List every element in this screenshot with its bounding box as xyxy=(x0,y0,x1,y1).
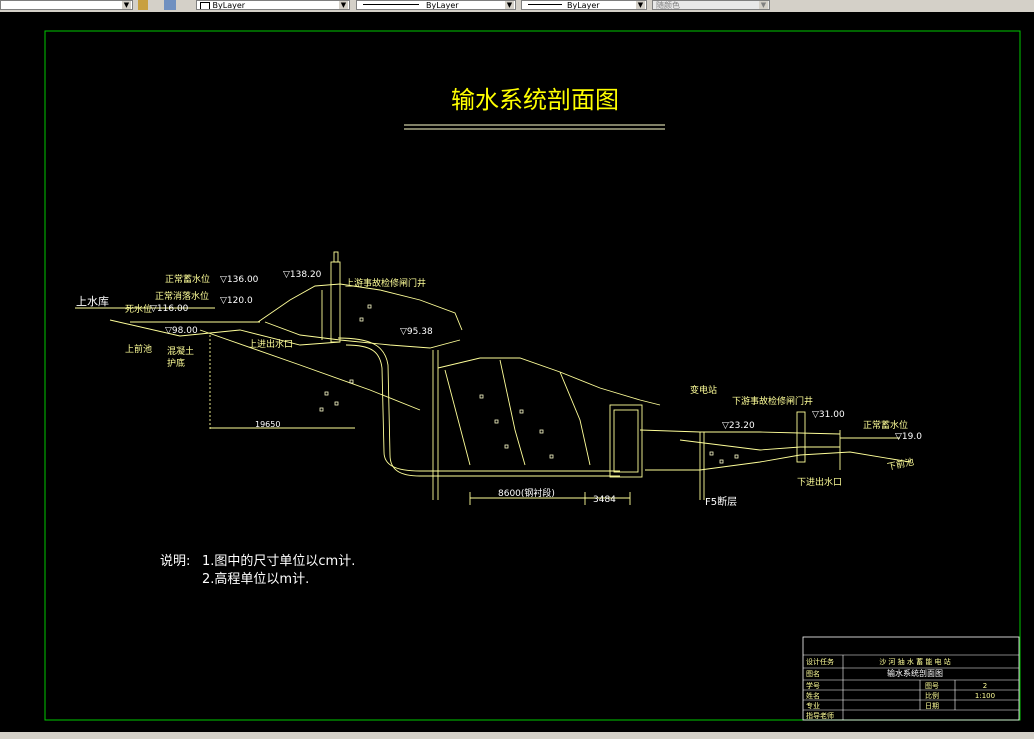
chevron-down-icon[interactable]: ▼ xyxy=(759,1,768,9)
color-combo[interactable]: ByLayer ▼ xyxy=(196,0,350,10)
tb-r1-value: 沙 河 抽 水 蓄 能 电 站 xyxy=(879,657,951,666)
tb-r4-label: 姓名 xyxy=(806,691,820,700)
status-strip xyxy=(0,732,1034,739)
plotstyle-combo[interactable]: 随颜色 ▼ xyxy=(652,0,770,10)
label-level-31: ▽31.00 xyxy=(812,410,845,420)
label-substation: 变电站 xyxy=(690,384,717,396)
lineweight-value: ByLayer xyxy=(567,1,600,10)
tb-r1-label: 设计任务 xyxy=(806,657,834,666)
tb-r6-label: 指导老师 xyxy=(806,711,834,720)
label-lower-gate-shaft: 下游事故检修闸门井 xyxy=(732,395,813,407)
label-level-95: ▽95.38 xyxy=(400,327,433,337)
notes-line-2: 2.高程单位以m计. xyxy=(202,571,309,587)
notes-heading: 说明: xyxy=(160,554,190,569)
linetype-combo[interactable]: ByLayer ▼ xyxy=(356,0,516,10)
layer-manager-icon[interactable] xyxy=(138,0,148,10)
layer-previous-icon[interactable] xyxy=(164,0,176,10)
label-level-116: ▽116.00 xyxy=(150,304,189,314)
chevron-down-icon[interactable]: ▼ xyxy=(339,1,348,9)
color-swatch xyxy=(200,2,210,9)
label-level-120: ▽120.0 xyxy=(220,296,253,306)
label-fault: F5断层 xyxy=(705,495,737,508)
tb-r3-mid: 图号 xyxy=(925,682,939,690)
tb-r4-value: 1:100 xyxy=(975,692,995,700)
drawing-title: 输水系统剖面图 xyxy=(451,86,619,114)
tb-r2-value: 输水系统剖面图 xyxy=(887,668,943,678)
lineweight-preview xyxy=(528,4,562,5)
label-level-19: ▽19.0 xyxy=(895,432,922,442)
notes-line-1: 1.图中的尺寸单位以cm计. xyxy=(202,553,355,569)
linetype-value: ByLayer xyxy=(426,1,459,10)
label-upper-inlet: 上进出水口 xyxy=(248,338,293,350)
dimension-8600: 8600(钢衬段) xyxy=(498,487,555,499)
dimension-19650: 19650 xyxy=(255,420,280,429)
label-upper-reservoir: 上水库 xyxy=(76,295,109,308)
linetype-preview xyxy=(363,4,419,5)
chevron-down-icon[interactable]: ▼ xyxy=(505,1,514,9)
label-normal-flood-level: 正常消落水位 xyxy=(155,290,209,302)
plotstyle-value: 随颜色 xyxy=(656,1,680,10)
label-upper-pool: 上前池 xyxy=(125,343,152,355)
dimension-3484: 3484 xyxy=(593,495,616,505)
label-protection: 护底 xyxy=(167,357,185,369)
color-value: ByLayer xyxy=(212,1,246,10)
tb-r2-label: 图名 xyxy=(806,669,820,678)
label-dead-water-level: 死水位 xyxy=(125,303,152,315)
drawing-canvas[interactable]: 输水系统剖面图 上水库 正常蓄水位 ▽136.00 正常消落水位 ▽120.0 … xyxy=(0,12,1034,732)
tb-r3-label: 学号 xyxy=(806,681,820,690)
label-lower-normal-level: 正常蓄水位 xyxy=(863,419,908,431)
lineweight-combo[interactable]: ByLayer ▼ xyxy=(521,0,647,10)
label-upper-gate-shaft: 上游事故检修闸门井 xyxy=(345,277,426,289)
label-level-23: ▽23.20 xyxy=(722,421,755,431)
label-lower-inlet: 下进出水口 xyxy=(797,476,842,488)
chevron-down-icon[interactable]: ▼ xyxy=(122,1,131,9)
outer-frame xyxy=(0,12,1034,732)
chevron-down-icon[interactable]: ▼ xyxy=(636,1,645,9)
label-level-136: ▽136.00 xyxy=(220,275,259,285)
layer-combo[interactable]: ▼ xyxy=(0,0,133,10)
tb-r5-mid: 日期 xyxy=(925,702,939,710)
label-normal-water-level: 正常蓄水位 xyxy=(165,273,210,285)
tb-r4-mid: 比例 xyxy=(925,691,939,700)
label-level-98: ▽98.00 xyxy=(165,326,198,336)
tb-r3-value: 2 xyxy=(983,682,987,690)
tb-r5-label: 专业 xyxy=(806,701,820,710)
label-level-138: ▽138.20 xyxy=(283,270,322,280)
label-concrete: 混凝土 xyxy=(167,345,194,357)
